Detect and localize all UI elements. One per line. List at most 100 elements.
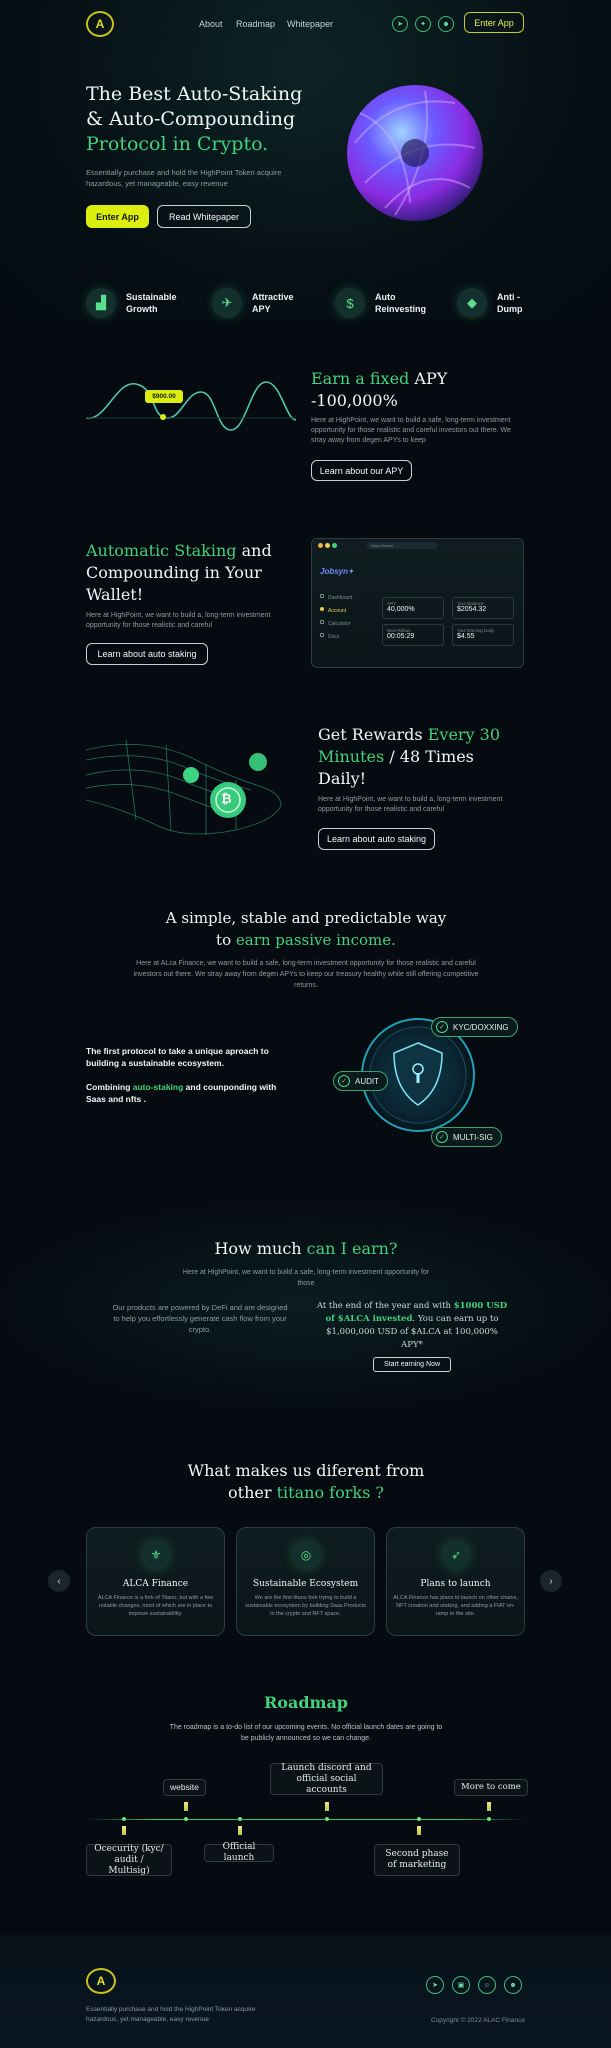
feature-auto-reinvesting: $ Auto Reinvesting: [335, 288, 426, 318]
card-title: Plans to launch: [420, 1579, 491, 1589]
card-desc: ALCA Finance is a fork of Titano, but wi…: [97, 1595, 214, 1617]
rewards-description: Here at HighPoint, we want to build a, l…: [318, 796, 503, 813]
feature-label: Attractive: [252, 292, 294, 302]
footer-logo[interactable]: A: [86, 1968, 116, 1994]
security-line1: The first protocol to take a unique apro…: [86, 1046, 269, 1068]
diff-card-alca-finance: ⚜ ALCA Finance ALCA Finance is a fork of…: [86, 1527, 225, 1636]
stat-value: 00:05:29: [387, 633, 415, 640]
milestone-flag: [487, 1802, 491, 1811]
feature-label: Dump: [497, 304, 523, 314]
staking-title-rest: and: [241, 541, 272, 560]
feature-label: Growth: [126, 304, 158, 314]
dollar-icon: $: [335, 288, 365, 318]
passive-title-to: to: [216, 931, 232, 949]
rewards-learn-button[interactable]: Learn about auto staking: [318, 828, 435, 850]
staking-description: Here at HighPoint, we want to build a, l…: [86, 612, 271, 629]
window-dot-green: [332, 543, 337, 548]
card-desc: ALCA Finance has plans to launch on othe…: [393, 1595, 518, 1617]
mockup-menu-calculator: Calculator: [328, 621, 351, 627]
label-text: KYC/DOXXING: [453, 1022, 509, 1032]
apy-title-line2: -100,000%: [311, 391, 398, 410]
feature-label: Sustainable: [126, 292, 177, 302]
footer-logo-letter: A: [96, 1974, 106, 1988]
milestone-dot: [487, 1817, 491, 1821]
target-icon: ◎: [291, 1540, 321, 1570]
card-title: Sustainable Ecosystem: [252, 1579, 359, 1589]
check-icon: ✓: [436, 1021, 448, 1033]
dashboard-mockup: https://lorem Jobsyn✦ Dashboard Account …: [311, 538, 524, 668]
hero-description: Essentially purchase and hold the HighPo…: [86, 168, 282, 188]
telegram-icon[interactable]: ➤: [426, 1976, 444, 1994]
hero-title: The Best Auto-Staking & Auto-Compounding…: [86, 82, 302, 157]
hero-enter-app-button[interactable]: Enter App: [86, 205, 149, 228]
passive-title-line1: A simple, stable and predictable way: [165, 909, 447, 927]
shield-icon: ◆: [457, 288, 487, 318]
diff-card-sustainable-ecosystem: ◎ Sustainable Ecosystem We are the first…: [236, 1527, 375, 1636]
apy-wave-graphic: $900.00: [85, 370, 297, 440]
label-kyc-doxxing: ✓ KYC/DOXXING: [431, 1017, 518, 1037]
roadmap-timeline: [86, 1819, 526, 1820]
earn-left-text: Our products are powered by DeFi and are…: [112, 1303, 288, 1334]
earn-subtitle: Here at HighPoint, we want to build a sa…: [182, 1269, 430, 1287]
apy-title-rest: APY: [414, 369, 448, 388]
reddit-icon[interactable]: ☺: [478, 1976, 496, 1994]
label-audit: ✓ AUDIT: [333, 1071, 388, 1091]
rewards-title-green1: Every 30: [427, 725, 501, 744]
milestone-dot: [238, 1817, 242, 1821]
discord-icon[interactable]: ☻: [504, 1976, 522, 1994]
roadmap-item-second-phase: Second phase of marketing: [374, 1844, 460, 1876]
milestone-flag: [238, 1826, 242, 1835]
milestone-flag: [184, 1802, 188, 1811]
diff-title-green: titano forks ?: [276, 1483, 384, 1502]
check-icon: ✓: [338, 1075, 350, 1087]
start-earning-button[interactable]: Start earning Now: [373, 1357, 451, 1372]
nav-link-whitepaper[interactable]: Whitepaper: [287, 19, 333, 29]
staking-learn-button[interactable]: Learn about auto staking: [86, 643, 208, 665]
hero-3d-graphic: [340, 68, 490, 238]
feature-sustainable-growth: ▟ Sustainable Growth: [86, 288, 177, 318]
card-desc: We are the first titano fork trying to b…: [245, 1595, 366, 1617]
telegram-icon[interactable]: ➤: [392, 16, 408, 32]
nav-link-about[interactable]: About: [199, 19, 223, 29]
milestone-dot: [325, 1817, 329, 1821]
discord-icon[interactable]: ☻: [438, 16, 454, 32]
roadmap-item-website: website: [163, 1779, 206, 1796]
diff-title-line1: What makes us diferent from: [187, 1461, 425, 1480]
feature-row: ▟ Sustainable Growth ✈ Attractive APY $ Au…: [86, 288, 526, 322]
feature-label: APY: [252, 304, 271, 314]
rewards-title-rest: / 48 Times: [389, 747, 474, 766]
security-line2-green: auto-staking: [132, 1082, 184, 1092]
feature-label: Reinvesting: [375, 304, 427, 314]
hero-whitepaper-button[interactable]: Read Whitepaper: [157, 205, 251, 228]
footer-copyright: Copyright © 2022 ALAC Finance: [430, 2017, 525, 2024]
security-line2-pre: Combining: [86, 1082, 131, 1092]
roadmap-title: Roadmap: [263, 1693, 348, 1712]
medium-icon[interactable]: ▣: [452, 1976, 470, 1994]
logo-letter: A: [95, 17, 105, 31]
nav-enter-app-button[interactable]: Enter App: [464, 12, 524, 33]
window-dot-yellow: [325, 543, 330, 548]
nav-link-roadmap[interactable]: Roadmap: [236, 19, 275, 29]
label-multi-sig: ✓ MULTI-SIG: [431, 1127, 502, 1147]
rewards-title-line3: Daily!: [318, 769, 367, 788]
earn-right-text: At the end of the year and with $1000 US…: [316, 1300, 508, 1352]
earn-title-green: can I earn?: [306, 1239, 398, 1258]
milestone-flag: [325, 1802, 329, 1811]
staking-title-line3: Wallet!: [86, 585, 144, 604]
logo[interactable]: A: [86, 11, 114, 37]
window-dot-red: [318, 543, 323, 548]
milestone-flag: [122, 1826, 126, 1835]
mockup-stat-next-rebus: Next Rebus 00:05:29: [382, 624, 444, 646]
rewards-title-white: Get Rewards: [318, 725, 423, 744]
diff-title-other: other: [228, 1483, 272, 1502]
hand-coin-graphic: ₿: [85, 730, 286, 850]
roadmap-description: The roadmap is a to-do list of our upcom…: [169, 1724, 443, 1742]
carousel-next-button[interactable]: ›: [540, 1570, 562, 1592]
mockup-url-bar: https://lorem: [367, 542, 437, 549]
apy-learn-button[interactable]: Learn about our APY: [311, 460, 412, 481]
carousel-prev-button[interactable]: ‹: [48, 1570, 70, 1592]
rewards-title-green2: Minutes: [318, 747, 385, 766]
twitter-icon[interactable]: ✦: [415, 16, 431, 32]
stat-value: $4.55: [457, 633, 475, 640]
mockup-stat-apy: APY 40,000%: [382, 597, 444, 619]
